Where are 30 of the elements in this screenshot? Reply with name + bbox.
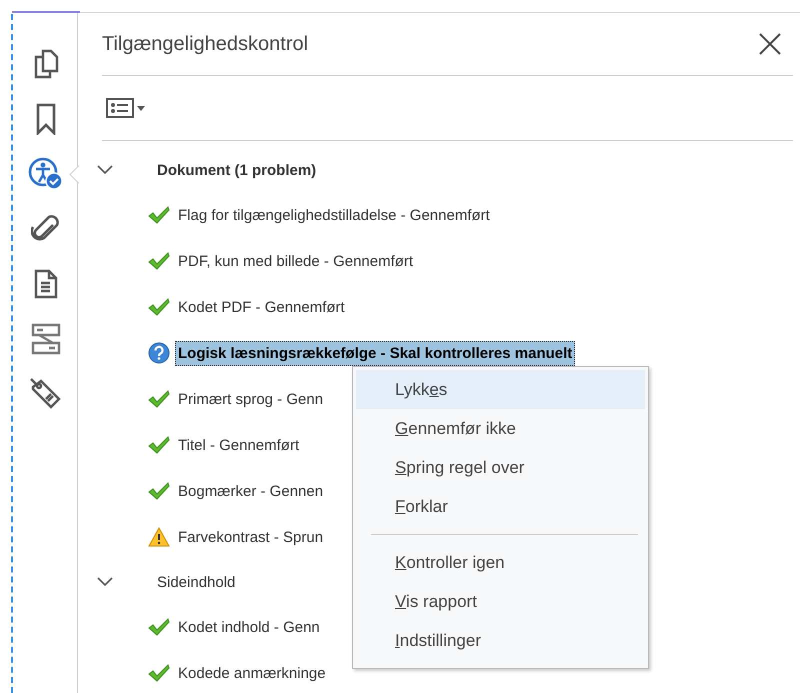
chevron-icon[interactable] [97,165,113,175]
options-menu-icon[interactable] [106,98,148,118]
menu-item[interactable]: Vis rapport [356,582,645,621]
group-label[interactable]: Dokument (1 problem) [157,162,316,178]
check-result[interactable]: Kodet PDF - Gennemført [175,294,348,320]
check-result[interactable]: Titel - Gennemført [175,432,302,458]
check-result[interactable]: PDF, kun med billede - Gennemført [175,248,416,274]
panel-title: Tilgængelighedskontrol [102,32,308,56]
menu-item[interactable]: Lykkes [356,370,645,409]
close-icon[interactable] [759,33,781,55]
check-result[interactable]: Bogmærker - Gennen [175,478,326,504]
pages-icon[interactable] [32,48,58,78]
check-result[interactable]: Farvekontrast - Sprun [175,524,326,550]
menu-item[interactable]: Gennemfør ikke [356,409,645,448]
group-label[interactable]: Sideindhold [157,574,236,590]
tag-icon[interactable] [28,376,62,410]
menu-item[interactable]: Forklar [356,487,645,526]
menu-item[interactable]: Indstillinger [356,621,645,660]
menu-item[interactable]: Kontroller igen [356,543,645,582]
chevron-icon[interactable] [97,577,113,587]
bookmark-icon[interactable] [36,102,56,134]
check-result[interactable]: Flag for tilgængelighedstilladelse - Gennemført [175,202,493,228]
check-result[interactable]: Primært sprog - Genn [175,386,326,412]
document-icon[interactable] [34,268,58,298]
accessibility-check-icon[interactable] [28,156,64,190]
check-result[interactable]: Logisk læsningsrækkefølge - Skal kontrolleres manuelt [175,340,576,366]
check-result[interactable]: Kodet indhold - Genn [175,614,323,640]
compare-icon[interactable] [30,322,60,354]
check-result[interactable]: Kodede anmærkninge [175,660,329,686]
menu-item[interactable]: Spring regel over [356,448,645,487]
